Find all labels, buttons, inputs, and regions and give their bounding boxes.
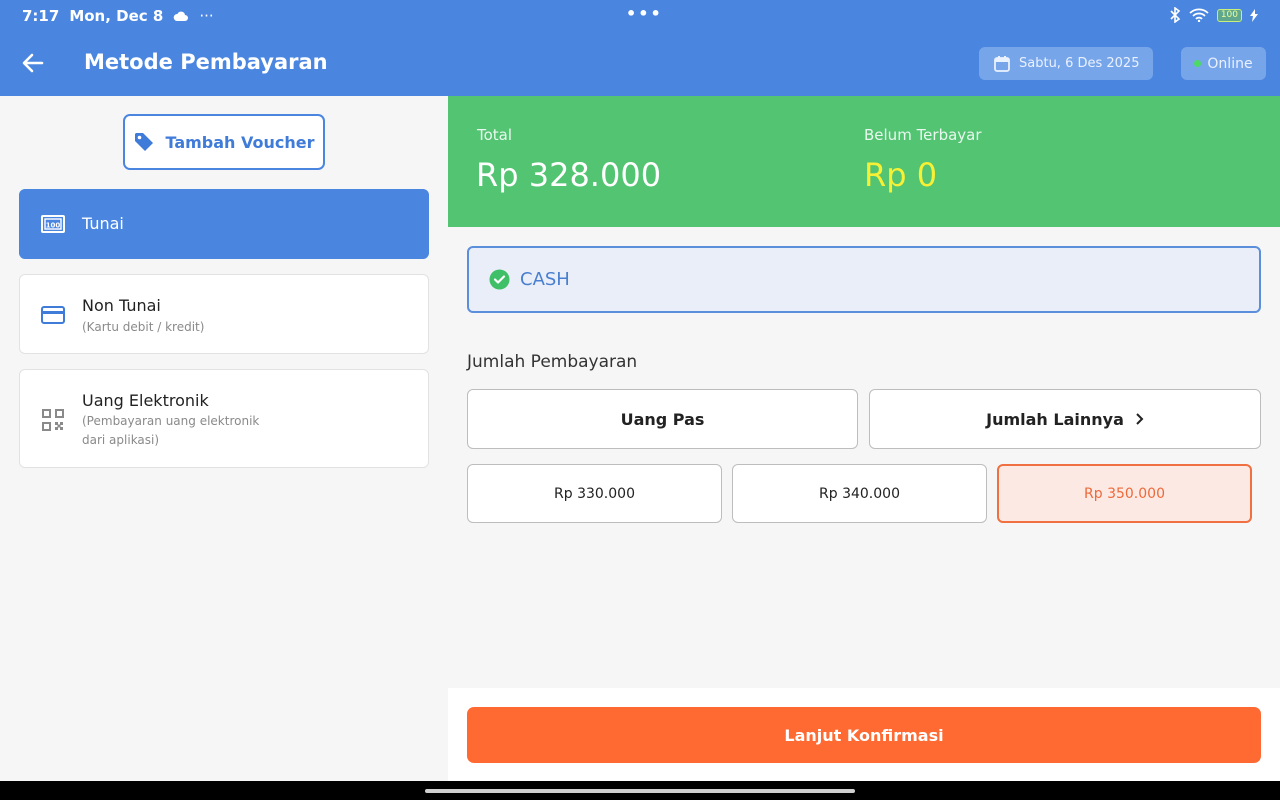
app-bar: Metode Pembayaran Sabtu, 6 Des 2025 Onli… — [0, 32, 1280, 96]
confirm-bar: Lanjut Konfirmasi — [448, 688, 1280, 781]
status-bar: 7:17 Mon, Dec 8 ··· ••• 100 — [0, 0, 1280, 32]
payment-method-e-money[interactable]: Uang Elektronik (Pembayaran uang elektro… — [19, 369, 429, 468]
online-label: Online — [1207, 55, 1253, 72]
payment-method-label: Tunai — [82, 214, 124, 233]
quick-amount-button[interactable]: Rp 340.000 — [732, 464, 987, 523]
date-label: Sabtu, 6 Des 2025 — [1019, 56, 1140, 71]
payment-method-label: Non Tunai — [82, 296, 161, 315]
payment-method-description: (Kartu debit / kredit) — [82, 320, 205, 334]
quick-amount-button[interactable]: Rp 330.000 — [467, 464, 722, 523]
status-more: ··· — [199, 7, 214, 25]
add-voucher-button[interactable]: Tambah Voucher — [123, 114, 325, 170]
payment-summary: Total Rp 328.000 Belum Terbayar Rp 0 — [448, 96, 1280, 227]
payment-detail-panel: Total Rp 328.000 Belum Terbayar Rp 0 CAS… — [448, 96, 1280, 781]
other-amount-label: Jumlah Lainnya — [986, 409, 1124, 429]
qr-code-icon — [42, 409, 64, 431]
status-date: Mon, Dec 8 — [69, 7, 164, 25]
other-amount-button[interactable]: Jumlah Lainnya — [869, 389, 1261, 449]
total-value: Rp 328.000 — [476, 156, 662, 194]
payment-method-description: (Pembayaran uang elektronik dari aplikas… — [82, 414, 260, 447]
continue-confirmation-label: Lanjut Konfirmasi — [784, 725, 944, 745]
unpaid-value: Rp 0 — [864, 156, 938, 194]
payment-methods-panel: Tambah Voucher 100 Tunai Non Tunai (Kart… — [0, 96, 448, 781]
system-nav-bar — [0, 781, 1280, 800]
selected-method-box: CASH — [467, 246, 1261, 313]
exact-amount-button[interactable]: Uang Pas — [467, 389, 858, 449]
cash-icon: 100 — [41, 215, 65, 233]
check-circle-icon — [489, 269, 510, 290]
payment-method-non-cash[interactable]: Non Tunai (Kartu debit / kredit) — [19, 274, 429, 354]
quick-amount-button-selected[interactable]: Rp 350.000 — [997, 464, 1252, 523]
selected-method-label: CASH — [520, 269, 570, 290]
date-chip[interactable]: Sabtu, 6 Des 2025 — [979, 47, 1153, 80]
charging-icon — [1250, 8, 1258, 22]
online-status-badge: Online — [1181, 47, 1266, 80]
window-dots[interactable]: ••• — [626, 4, 663, 23]
quick-amount-label: Rp 350.000 — [1084, 485, 1165, 502]
total-label: Total — [477, 126, 513, 144]
page-title: Metode Pembayaran — [84, 50, 328, 74]
battery-icon: 100 — [1216, 8, 1242, 22]
quick-amount-label: Rp 330.000 — [554, 485, 635, 502]
payment-method-label: Uang Elektronik — [82, 391, 209, 410]
calendar-icon — [994, 55, 1010, 72]
unpaid-label: Belum Terbayar — [864, 126, 982, 144]
svg-text:100: 100 — [46, 222, 61, 230]
add-voucher-label: Tambah Voucher — [165, 132, 315, 152]
tag-icon — [135, 133, 154, 151]
payment-method-cash[interactable]: 100 Tunai — [19, 189, 429, 259]
gesture-handle[interactable] — [425, 789, 855, 793]
status-time: 7:17 — [22, 7, 60, 25]
continue-confirmation-button[interactable]: Lanjut Konfirmasi — [467, 707, 1261, 763]
bluetooth-icon — [1170, 7, 1181, 23]
online-dot-icon — [1194, 60, 1202, 67]
chevron-right-icon — [1136, 413, 1144, 425]
wifi-icon — [1189, 8, 1209, 22]
back-arrow-icon[interactable] — [20, 50, 46, 76]
payment-amount-label: Jumlah Pembayaran — [467, 352, 638, 372]
credit-card-icon — [41, 306, 65, 324]
quick-amount-label: Rp 340.000 — [819, 485, 900, 502]
exact-amount-label: Uang Pas — [620, 409, 705, 429]
cloud-icon — [174, 11, 189, 21]
